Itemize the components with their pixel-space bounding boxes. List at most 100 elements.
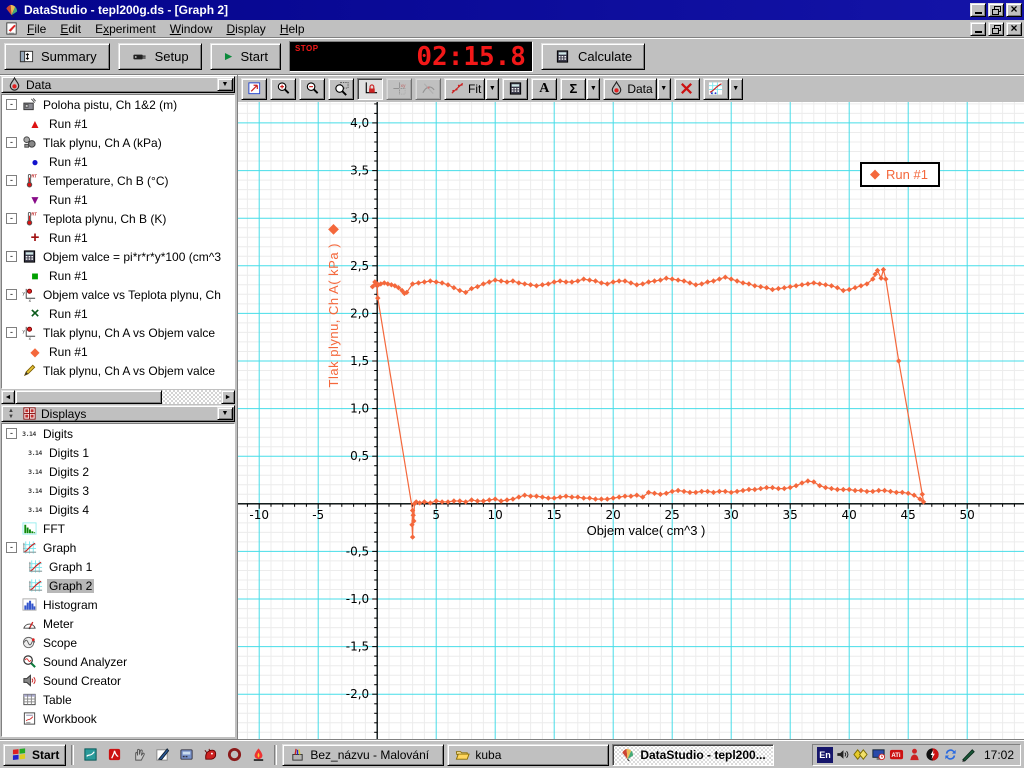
tree-collapse-toggle[interactable]: -: [6, 289, 17, 300]
displays-panel-header[interactable]: ▲ ▼ Displays ▼: [1, 405, 235, 422]
display-item-meter[interactable]: Meter: [2, 614, 234, 633]
close-button[interactable]: ×: [1006, 3, 1022, 17]
text-annotation-button[interactable]: A: [531, 77, 558, 100]
data-panel-dropdown-button[interactable]: ▼: [217, 78, 233, 91]
child-close-button[interactable]: ×: [1006, 21, 1022, 36]
quick-launch-opera-icon[interactable]: [223, 744, 245, 766]
remove-button[interactable]: [673, 77, 700, 100]
data-item-tlak-plynu-ch-a-kpa[interactable]: - Tlak plynu, Ch A (kPa): [2, 133, 234, 152]
data-item-run-1[interactable]: ■ Run #1: [2, 266, 234, 285]
display-item-graph[interactable]: - Graph: [2, 538, 234, 557]
fit-menu-button[interactable]: Fit: [444, 77, 486, 100]
zoom-out-button[interactable]: [299, 77, 325, 100]
display-item-graph-2[interactable]: Graph 2: [2, 576, 234, 595]
restore-button[interactable]: [988, 3, 1004, 17]
task-paint-taskbar-button[interactable]: Bez_názvu - Malování: [282, 743, 445, 766]
statistics-button[interactable]: Σ: [560, 77, 587, 100]
setup-button[interactable]: Setup: [117, 42, 202, 70]
menu-item-experiment[interactable]: Experiment: [88, 20, 163, 38]
data-item-run-1[interactable]: × Run #1: [2, 304, 234, 323]
display-item-workbook[interactable]: Workbook: [2, 709, 234, 728]
tree-collapse-toggle[interactable]: -: [6, 251, 17, 262]
graph-settings-button-dropdown[interactable]: ▼: [728, 77, 743, 100]
displays-panel-dropdown-button[interactable]: ▼: [217, 407, 233, 420]
data-menu-button[interactable]: Data: [603, 77, 657, 100]
fit-menu-button-dropdown[interactable]: ▼: [485, 77, 500, 100]
display-item-sound-analyzer[interactable]: Sound Analyzer: [2, 652, 234, 671]
data-item-run-1[interactable]: ▼ Run #1: [2, 190, 234, 209]
menu-item-display[interactable]: Display: [219, 20, 272, 38]
display-item-digits-1[interactable]: 3.14 Digits 1: [2, 443, 234, 462]
tray-pen-tool-icon[interactable]: [961, 747, 977, 763]
data-item-run-1[interactable]: ▲ Run #1: [2, 114, 234, 133]
data-item-tlak-plynu-ch-a-vs-objem-valce[interactable]: - y x Tlak plynu, Ch A vs Objem valce: [2, 323, 234, 342]
display-item-digits-4[interactable]: 3.14 Digits 4: [2, 500, 234, 519]
data-panel-header[interactable]: Data ▼: [1, 76, 235, 93]
task-datastudio-taskbar-button[interactable]: DataStudio - tepl200...: [612, 743, 775, 766]
menu-item-window[interactable]: Window: [163, 20, 220, 38]
tree-collapse-toggle[interactable]: -: [6, 327, 17, 338]
statistics-button-dropdown[interactable]: ▼: [586, 77, 601, 100]
scroll-right-button[interactable]: ►: [221, 390, 235, 404]
tray-display-settings-icon[interactable]: [853, 747, 869, 763]
tree-collapse-toggle[interactable]: -: [6, 213, 17, 224]
data-item-objem-valce-pi-r-r-y-100-cm-3[interactable]: - Objem valce = pi*r*r*y*100 (cm^3: [2, 247, 234, 266]
child-restore-button[interactable]: [988, 21, 1004, 36]
zoom-select-button[interactable]: [328, 77, 354, 100]
data-item-objem-valce-vs-teplota-plynu-ch[interactable]: - y x Objem valce vs Teplota plynu, Ch: [2, 285, 234, 304]
display-item-sound-creator[interactable]: Sound Creator: [2, 671, 234, 690]
data-item-temperature-ch-b-c[interactable]: - RTD Temperature, Ch B (°C): [2, 171, 234, 190]
quick-launch-device-icon[interactable]: [175, 744, 197, 766]
legend[interactable]: ◆ Run #1: [860, 162, 940, 187]
display-item-fft[interactable]: FFT: [2, 519, 234, 538]
minimize-button[interactable]: [970, 3, 986, 17]
display-item-histogram[interactable]: Histogram: [2, 595, 234, 614]
tray-sync-icon[interactable]: [943, 747, 959, 763]
tree-collapse-toggle[interactable]: -: [6, 175, 17, 186]
slope-tool-button[interactable]: [415, 77, 441, 100]
tree-collapse-toggle[interactable]: -: [6, 99, 17, 110]
display-item-digits-3[interactable]: 3.14 Digits 3: [2, 481, 234, 500]
menu-item-file[interactable]: File: [20, 20, 53, 38]
summary-button[interactable]: Summary: [4, 42, 110, 70]
quick-launch-quill-icon[interactable]: [151, 744, 173, 766]
tray-scheduler-icon[interactable]: [871, 747, 887, 763]
tray-volume-icon[interactable]: [835, 747, 851, 763]
display-item-graph-1[interactable]: Graph 1: [2, 557, 234, 576]
smart-tool-button[interactable]: xy: [386, 77, 412, 100]
zoom-in-button[interactable]: [270, 77, 296, 100]
quick-launch-acrobat-icon[interactable]: [103, 744, 125, 766]
data-item-teplota-plynu-ch-b-k[interactable]: - RTD Teplota plynu, Ch B (K): [2, 209, 234, 228]
display-item-digits[interactable]: -3.14 Digits: [2, 424, 234, 443]
menu-item-help[interactable]: Help: [273, 20, 312, 38]
quick-launch-flame-icon[interactable]: [247, 744, 269, 766]
start-menu-button[interactable]: Start: [3, 743, 67, 766]
axis-lock-button[interactable]: [357, 77, 383, 100]
data-menu-button-dropdown[interactable]: ▼: [656, 77, 671, 100]
tray-antivirus-icon[interactable]: [925, 747, 941, 763]
scroll-left-button[interactable]: ◄: [1, 390, 15, 404]
tree-collapse-toggle[interactable]: -: [6, 137, 17, 148]
tray-ati-icon[interactable]: ATi: [889, 747, 905, 763]
data-item-run-1[interactable]: ● Run #1: [2, 152, 234, 171]
panel-spinner-icon[interactable]: ▲ ▼: [5, 408, 17, 420]
scale-to-fit-button[interactable]: [241, 77, 267, 100]
quick-launch-notes-icon[interactable]: [79, 744, 101, 766]
scroll-thumb[interactable]: [15, 390, 163, 404]
display-item-digits-2[interactable]: 3.14 Digits 2: [2, 462, 234, 481]
task-folder-kuba-taskbar-button[interactable]: kuba: [447, 743, 610, 766]
menu-item-edit[interactable]: Edit: [53, 20, 88, 38]
display-item-table[interactable]: Table: [2, 690, 234, 709]
quick-launch-dragon-icon[interactable]: [199, 744, 221, 766]
data-item-run-1[interactable]: ◆ Run #1: [2, 342, 234, 361]
data-item-tlak-plynu-ch-a-vs-objem-valce[interactable]: Tlak plynu, Ch A vs Objem valce: [2, 361, 234, 380]
calculate-button[interactable]: Calculate: [540, 42, 646, 70]
start-button[interactable]: ► Start: [209, 42, 281, 70]
data-tree-hscrollbar[interactable]: ◄ ►: [1, 390, 235, 404]
tree-collapse-toggle[interactable]: -: [6, 428, 17, 439]
graph-plot-area[interactable]: -10 -5 5 10 15 20 25 30 35 40 45 50 4,0 3,5 3,0 2,5 2,0 1…: [238, 102, 1024, 739]
quick-launch-hand-icon[interactable]: [127, 744, 149, 766]
data-item-run-1[interactable]: + Run #1: [2, 228, 234, 247]
graph-settings-button[interactable]: [702, 77, 729, 100]
display-item-scope[interactable]: Scope: [2, 633, 234, 652]
